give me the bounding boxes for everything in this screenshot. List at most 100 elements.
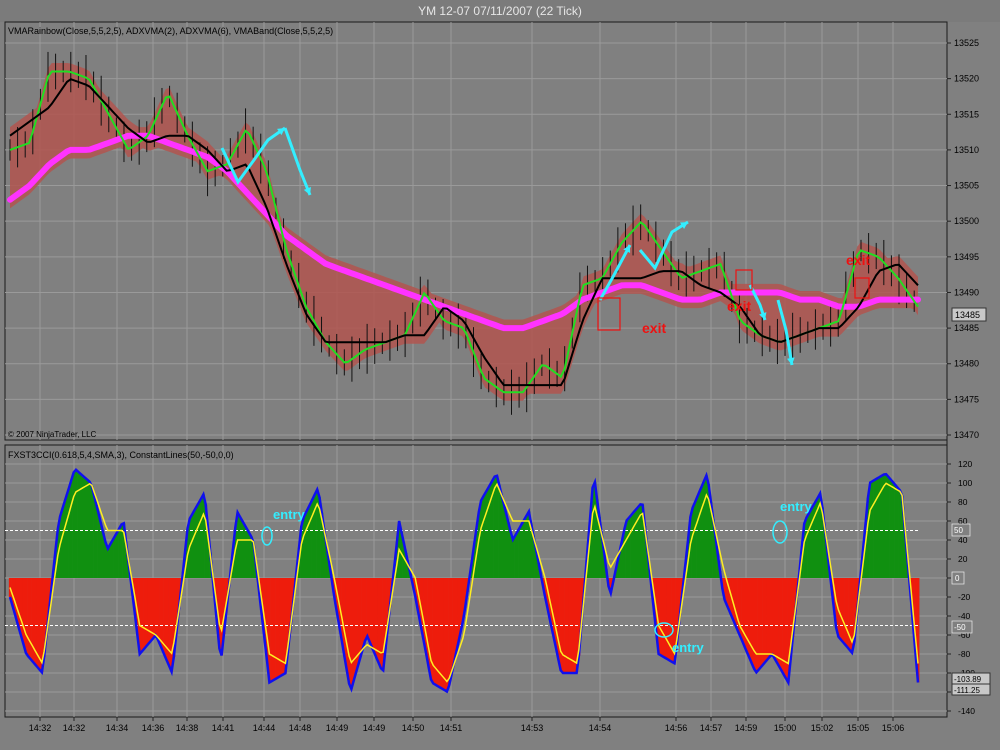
x-tick-label: 14:36 (142, 723, 165, 733)
exit-label-2: exit (727, 298, 751, 314)
hist-bar (90, 486, 94, 578)
hist-bar (65, 494, 69, 578)
hist-bar (281, 578, 285, 675)
last-price-tag: 13485 (951, 307, 987, 322)
hist-bar (894, 484, 897, 578)
hist-bar (156, 578, 160, 640)
hist-bar (74, 469, 78, 578)
hist-bar (72, 472, 76, 578)
hist-bar (29, 578, 32, 659)
hist-bar (518, 527, 522, 578)
constant-tag-minus-50: -50 (951, 620, 973, 634)
entry-label-1: entry (273, 507, 306, 522)
hist-bar (778, 578, 781, 667)
hist-bar (20, 578, 23, 637)
hist-bar (844, 578, 847, 645)
hist-bar (115, 532, 119, 578)
hist-bar (197, 502, 201, 578)
hist-bar (875, 478, 879, 578)
x-tick-label: 14:56 (665, 723, 688, 733)
hist-bar (762, 578, 765, 665)
y-tick-label: 13525 (954, 38, 979, 48)
x-tick-label: 14:53 (521, 723, 544, 733)
last-cci-tags: -103.89 -111.25 (951, 672, 991, 696)
hist-bar (520, 523, 524, 578)
hist-bar (352, 578, 356, 681)
hist-bar (243, 524, 246, 578)
hist-bar (805, 517, 808, 578)
hist-bar (516, 531, 519, 578)
time-axis-labels: 14:32 14:32 14:34 14:36 14:38 14:41 14:44 14:48… (29, 717, 905, 733)
hist-bar (368, 578, 371, 642)
hist-bar (625, 520, 629, 578)
hist-bar (734, 578, 738, 627)
hist-bar (118, 528, 121, 578)
x-tick-label: 14:48 (289, 723, 312, 733)
y-tick-label: -80 (958, 649, 971, 659)
hist-bar (270, 578, 274, 682)
x-tick-label: 14:59 (735, 723, 758, 733)
hist-bar (771, 578, 774, 655)
hist-bar (871, 481, 874, 578)
svg-text:-50: -50 (954, 623, 966, 632)
hist-bar (24, 578, 28, 653)
hist-bar (147, 578, 151, 644)
hist-bar (190, 514, 194, 578)
exit-label-1: exit (642, 320, 666, 336)
y-tick-label: -20 (958, 592, 971, 602)
svg-text:13485: 13485 (955, 310, 980, 320)
hist-bar (277, 578, 280, 678)
x-tick-label: 14:50 (402, 723, 425, 733)
hist-bar (809, 509, 813, 578)
hist-bar (452, 578, 456, 664)
hist-bar (370, 578, 374, 647)
hist-bar (245, 528, 249, 578)
hist-bar (106, 548, 110, 578)
svg-text:0: 0 (955, 574, 960, 583)
hist-bar (272, 578, 276, 680)
hist-bar (702, 480, 706, 578)
hist-bar (345, 578, 349, 671)
y-tick-label: 13470 (954, 430, 979, 440)
hist-bar (359, 578, 362, 657)
hist-bar (372, 578, 376, 653)
entry-label-3: entry (780, 499, 813, 514)
hist-bar (627, 517, 631, 578)
hist-bar (441, 578, 444, 689)
hist-bar (873, 479, 877, 578)
y-tick-label: 13475 (954, 394, 979, 404)
hist-bar (700, 486, 704, 578)
hist-bar (525, 515, 529, 578)
hist-bar (366, 578, 369, 637)
x-tick-label: 14:49 (326, 723, 349, 733)
hist-bar (885, 474, 888, 578)
x-tick-label: 14:51 (440, 723, 463, 733)
hist-bar (705, 475, 708, 578)
hist-bar (768, 578, 772, 657)
hist-bar (511, 539, 515, 578)
y-tick-label: 120 (958, 459, 972, 469)
x-tick-label: 15:00 (774, 723, 797, 733)
hist-bar (839, 578, 843, 640)
hist-bar (302, 517, 305, 578)
price-panel[interactable] (4, 21, 948, 441)
chart-canvas[interactable]: 13470 13475 13480 13485 13490 13495 13500 13505… (0, 0, 1000, 750)
x-tick-label: 14:54 (589, 723, 612, 733)
hist-bar (454, 578, 458, 654)
x-tick-label: 15:06 (882, 723, 905, 733)
price-panel-label: VMARainbow(Close,5,5,2,5), ADXVMA(2), AD… (8, 26, 333, 36)
x-tick-label: 14:34 (106, 723, 129, 733)
hist-bar (309, 503, 312, 578)
y-tick-label: 13485 (954, 323, 979, 333)
hist-bar (140, 578, 144, 652)
hist-bar (379, 578, 383, 669)
hist-bar (108, 544, 112, 578)
y-tick-label: 13480 (954, 359, 979, 369)
hist-bar (81, 475, 85, 578)
x-tick-label: 15:05 (847, 723, 870, 733)
x-tick-label: 14:32 (29, 723, 52, 733)
hist-bar (632, 512, 635, 578)
hist-bar (898, 490, 902, 578)
hist-bar (882, 474, 886, 578)
x-tick-label: 15:02 (811, 723, 834, 733)
